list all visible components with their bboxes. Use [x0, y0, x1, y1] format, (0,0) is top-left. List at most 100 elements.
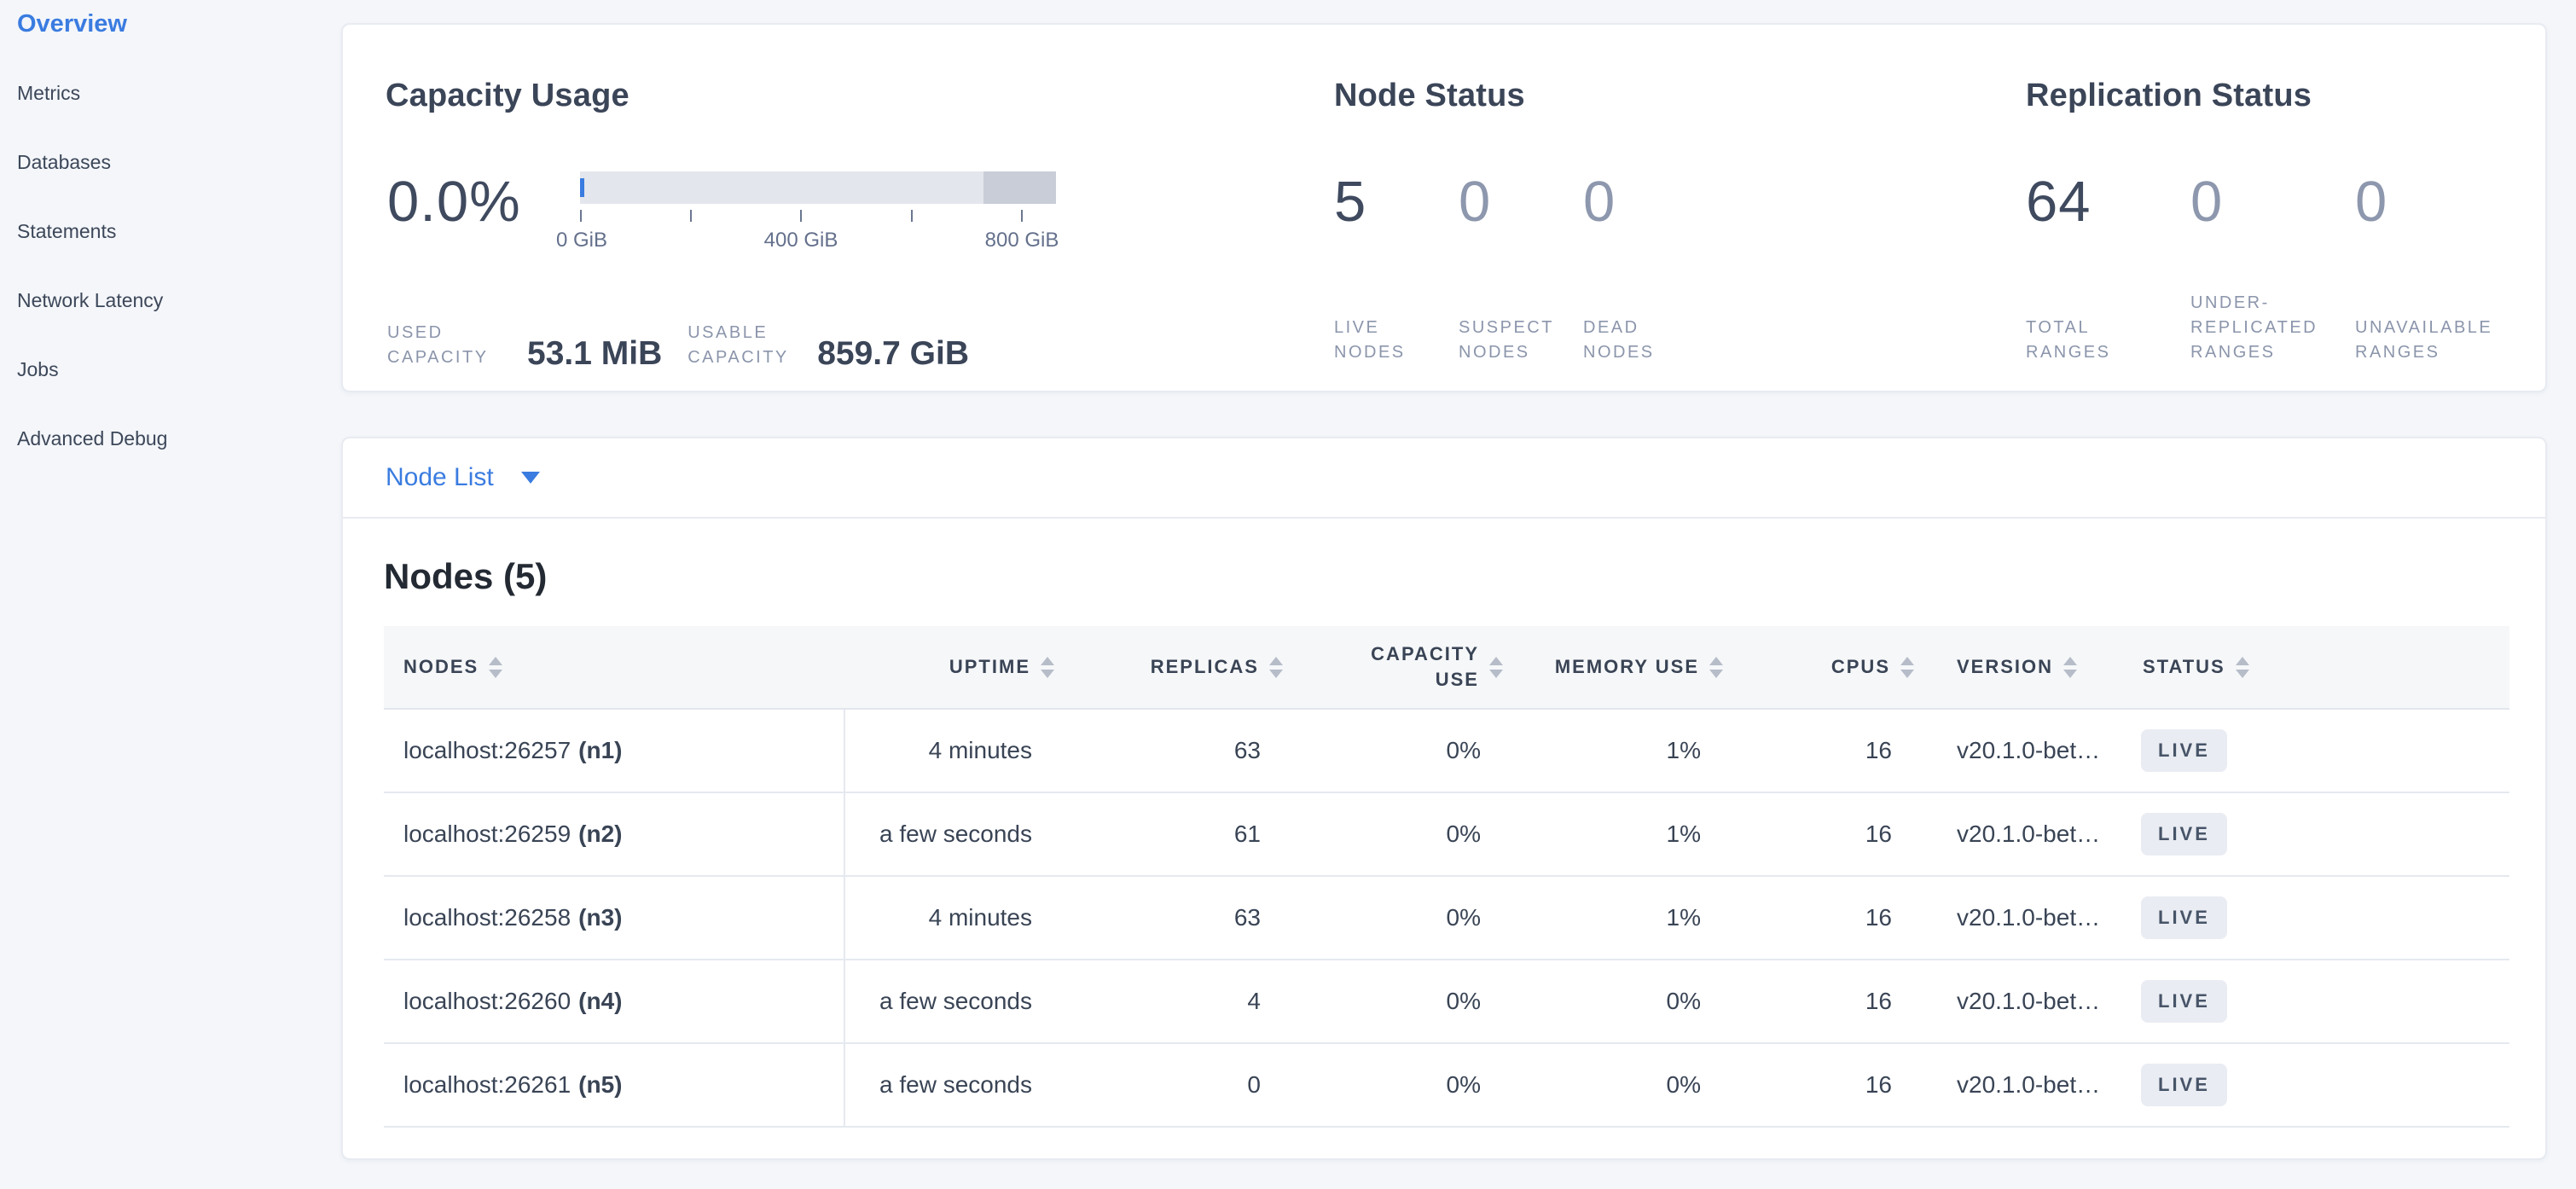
node-address-cell[interactable]: localhost:26260 (n4) [384, 960, 845, 1042]
used-capacity-value: 53.1 MiB [527, 335, 662, 373]
capacity-use-cell: 0% [1300, 877, 1520, 959]
column-label: NODES [403, 656, 479, 678]
usable-capacity-label: USABLE CAPACITY [688, 321, 809, 370]
sidebar-item-network-latency[interactable]: Network Latency [0, 266, 337, 335]
node-list-dropdown-label: Node List [386, 463, 494, 492]
status-cell: LIVE [2115, 1044, 2509, 1126]
total-ranges-value: 64 [2026, 168, 2092, 236]
status-cell: LIVE [2115, 710, 2509, 792]
uptime-cell: a few seconds [845, 960, 1071, 1042]
column-header-uptime[interactable]: UPTIME [845, 626, 1071, 708]
overview-page: Overview Metrics Databases Statements Ne… [0, 0, 2576, 1189]
replication-status-section: Replication Status 64 TOTAL RANGES 0 UND… [2026, 25, 2538, 391]
version-cell: v20.1.0-bet… [1931, 793, 2115, 875]
uptime-cell: 4 minutes [845, 877, 1071, 959]
column-label: CAPACITY USE [1351, 641, 1479, 693]
node-status-section: Node Status 5 LIVE NODES 0 SUSPECT NODE [1334, 25, 1931, 391]
cluster-summary-card: Capacity Usage 0.0% 0 GiB 400 GiB 800 Gi… [341, 23, 2547, 392]
column-header-capacity-use[interactable]: CAPACITY USE [1300, 626, 1520, 708]
replicas-cell: 63 [1071, 710, 1300, 792]
tick-label-800gib: 800 GiB [985, 229, 1059, 252]
column-label: REPLICAS [1151, 656, 1259, 678]
capacity-gauge-reserved-segment [983, 171, 1056, 204]
cpus-cell: 16 [1740, 793, 1931, 875]
version-cell: v20.1.0-bet… [1931, 1044, 2115, 1126]
replicas-cell: 0 [1071, 1044, 1300, 1126]
uptime-cell: a few seconds [845, 1044, 1071, 1126]
column-header-version[interactable]: VERSION [1931, 626, 2115, 708]
capacity-use-cell: 0% [1300, 710, 1520, 792]
replicas-cell: 61 [1071, 793, 1300, 875]
column-header-replicas[interactable]: REPLICAS [1071, 626, 1300, 708]
sidebar-item-overview[interactable]: Overview [0, 0, 337, 59]
node-address-cell[interactable]: localhost:26261 (n5) [384, 1044, 845, 1126]
node-id: (n1) [578, 737, 622, 764]
uptime-cell: a few seconds [845, 793, 1071, 875]
dead-nodes-label: DEAD NODES [1583, 316, 1655, 365]
memory-use-cell: 0% [1520, 1044, 1740, 1126]
status-badge: LIVE [2141, 1064, 2227, 1106]
sort-arrows-icon [2236, 657, 2249, 678]
status-badge: LIVE [2141, 980, 2227, 1023]
sidebar-item-jobs[interactable]: Jobs [0, 335, 337, 404]
used-capacity-label: USED CAPACITY [387, 321, 508, 370]
memory-use-cell: 1% [1520, 877, 1740, 959]
column-header-status[interactable]: STATUS [2115, 626, 2509, 708]
column-label: VERSION [1957, 656, 2053, 678]
memory-use-cell: 0% [1520, 960, 1740, 1042]
total-ranges-stat: 64 TOTAL RANGES [2026, 25, 2190, 391]
status-badge: LIVE [2141, 813, 2227, 856]
node-host: localhost:26261 [403, 1071, 571, 1099]
sidebar-nav-list: Overview Metrics Databases Statements Ne… [0, 0, 337, 473]
tick-label-400gib: 400 GiB [764, 229, 838, 252]
node-host: localhost:26259 [403, 821, 571, 848]
nodes-table: NODES UPTIME REPLICAS CAPACITY USE [384, 626, 2509, 1128]
node-address-cell[interactable]: localhost:26257 (n1) [384, 710, 845, 792]
suspect-nodes-label: SUSPECT NODES [1459, 316, 1554, 365]
status-cell: LIVE [2115, 793, 2509, 875]
under-replicated-ranges-label: UNDER- REPLICATED RANGES [2190, 291, 2318, 365]
column-header-cpus[interactable]: CPUS [1740, 626, 1931, 708]
live-nodes-stat: 5 LIVE NODES [1334, 25, 1459, 391]
sidebar-item-advanced-debug[interactable]: Advanced Debug [0, 404, 337, 473]
node-address-cell[interactable]: localhost:26258 (n3) [384, 877, 845, 959]
sort-arrows-icon [489, 657, 502, 678]
under-replicated-ranges-stat: 0 UNDER- REPLICATED RANGES [2190, 25, 2355, 391]
sidebar-item-metrics[interactable]: Metrics [0, 59, 337, 128]
sidebar-item-databases[interactable]: Databases [0, 128, 337, 197]
suspect-nodes-value: 0 [1459, 168, 1491, 236]
sidebar-item-statements[interactable]: Statements [0, 197, 337, 266]
node-address-cell[interactable]: localhost:26259 (n2) [384, 793, 845, 875]
sort-arrows-icon [1269, 657, 1283, 678]
status-cell: LIVE [2115, 877, 2509, 959]
usable-capacity-value: 859.7 GiB [817, 335, 969, 373]
table-row: localhost:26259 (n2) a few seconds 61 0%… [384, 793, 2509, 877]
capacity-use-cell: 0% [1300, 960, 1520, 1042]
column-label: CPUS [1831, 656, 1890, 678]
cpus-cell: 16 [1740, 960, 1931, 1042]
table-row: localhost:26257 (n1) 4 minutes 63 0% 1% … [384, 710, 2509, 793]
capacity-gauge-track [580, 171, 1056, 204]
node-list-dropdown[interactable]: Node List [343, 438, 2545, 519]
column-header-memory-use[interactable]: MEMORY USE [1520, 626, 1740, 708]
node-host: localhost:26257 [403, 737, 571, 764]
node-id: (n5) [578, 1071, 622, 1099]
caret-down-icon [521, 472, 540, 484]
capacity-gauge-tick-labels: 0 GiB 400 GiB 800 GiB [580, 229, 1056, 254]
sidebar: Overview Metrics Databases Statements Ne… [0, 0, 337, 1189]
nodes-table-title: Nodes (5) [384, 556, 2504, 597]
sort-arrows-icon [2063, 657, 2077, 678]
node-id: (n3) [578, 904, 622, 931]
under-replicated-ranges-value: 0 [2190, 168, 2223, 236]
node-host: localhost:26258 [403, 904, 571, 931]
live-nodes-label: LIVE NODES [1334, 316, 1406, 365]
dead-nodes-value: 0 [1583, 168, 1616, 236]
memory-use-cell: 1% [1520, 710, 1740, 792]
cpus-cell: 16 [1740, 877, 1931, 959]
dead-nodes-stat: 0 DEAD NODES [1583, 25, 1708, 391]
version-cell: v20.1.0-bet… [1931, 877, 2115, 959]
column-header-nodes[interactable]: NODES [384, 626, 845, 708]
nodes-table-wrap: Nodes (5) NODES UPTIME REPLICAS [343, 556, 2545, 1128]
total-ranges-label: TOTAL RANGES [2026, 316, 2110, 365]
replicas-cell: 4 [1071, 960, 1300, 1042]
